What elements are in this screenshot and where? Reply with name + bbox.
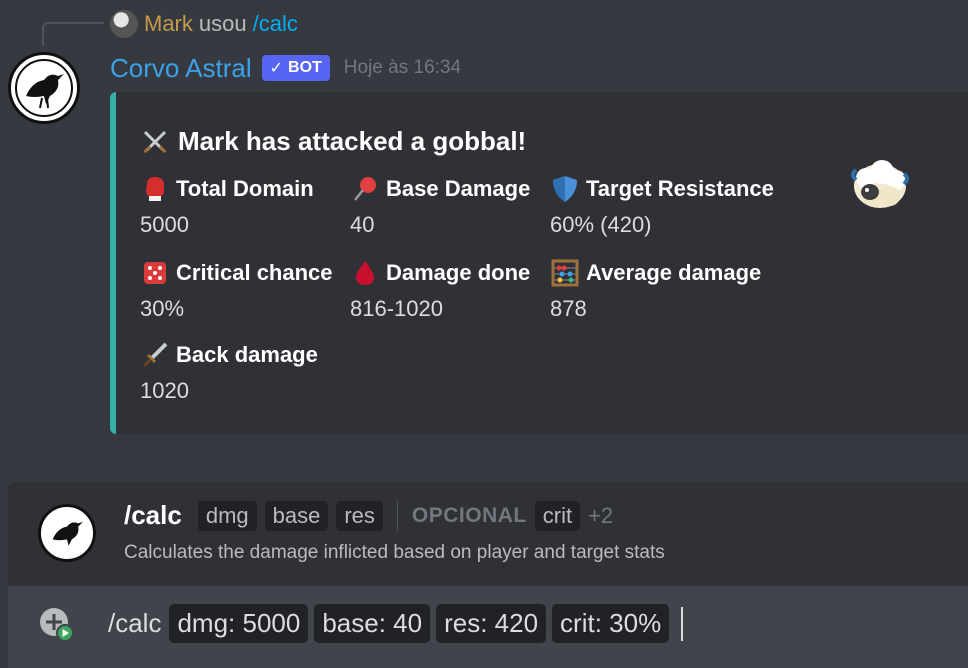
- embed-card: Mark has attacked a gobbal! Total Domain…: [110, 92, 968, 434]
- add-attachment-icon[interactable]: [38, 606, 74, 642]
- field-value: 5000: [140, 212, 189, 237]
- field-name: Back damage: [176, 342, 318, 367]
- text-cursor: [681, 606, 684, 641]
- command-name: /calc: [124, 500, 182, 530]
- drop-of-blood-icon: [356, 261, 374, 285]
- field-damage-done: Damage done 816-1020: [350, 258, 530, 322]
- optional-label: OPCIONAL: [411, 503, 527, 527]
- field-base-damage: Base Damage 40: [350, 174, 530, 238]
- reply-verb: usou: [198, 11, 247, 36]
- dagger-icon: [142, 342, 168, 368]
- boxing-glove-icon: [146, 177, 164, 201]
- command-suggestion[interactable]: /calc dmg base res OPCIONAL crit +2 Calc…: [8, 482, 968, 586]
- option-chip[interactable]: base: 40: [314, 604, 431, 643]
- crossed-swords-icon: [143, 130, 167, 153]
- field-value: 60% (420): [550, 212, 652, 237]
- field-name: Critical chance: [176, 260, 333, 285]
- bot-tag: ✓ BOT: [261, 55, 330, 81]
- command-description: Calculates the damage inflicted based on…: [124, 542, 665, 563]
- option-chip[interactable]: res: 420: [436, 604, 547, 643]
- field-value: 1020: [140, 378, 189, 403]
- command-signature: /calc dmg base res OPCIONAL crit +2: [124, 500, 613, 531]
- field-value: 816-1020: [350, 296, 443, 321]
- field-value: 40: [350, 212, 375, 237]
- bot-username[interactable]: Corvo Astral: [110, 53, 252, 84]
- reply-command[interactable]: /calc: [253, 11, 298, 37]
- pushpin-icon: [354, 177, 376, 201]
- field-critical-chance: Critical chance 30%: [140, 258, 333, 322]
- gobbal-thumbnail[interactable]: [848, 152, 912, 216]
- reply-username[interactable]: Mark: [144, 11, 193, 37]
- message-input-bar[interactable]: /calc dmg: 5000 base: 40 res: 420 crit: …: [8, 586, 968, 668]
- command-option[interactable]: base: [264, 500, 329, 531]
- field-name: Total Domain: [176, 176, 314, 201]
- option-chip[interactable]: crit: 30%: [552, 604, 670, 643]
- message-header: Corvo Astral ✓ BOT Hoje às 16:34: [110, 52, 461, 84]
- field-name: Average damage: [586, 260, 762, 285]
- abacus-icon: [551, 259, 579, 287]
- field-target-resistance: Target Resistance 60% (420): [550, 174, 774, 238]
- raven-icon: [52, 521, 83, 546]
- check-icon: ✓: [269, 60, 284, 77]
- message-timestamp[interactable]: Hoje às 16:34: [344, 57, 461, 79]
- field-average-damage: Average damage 878: [550, 258, 761, 322]
- command-option[interactable]: crit: [534, 500, 581, 531]
- command-bot-avatar: [38, 504, 96, 562]
- field-value: 878: [550, 296, 587, 321]
- field-name: Damage done: [386, 260, 531, 285]
- reply-avatar[interactable]: [110, 10, 138, 38]
- bot-tag-label: BOT: [288, 59, 322, 76]
- field-name: Target Resistance: [586, 176, 774, 201]
- option-divider: [396, 500, 398, 531]
- raven-icon: [15, 59, 73, 117]
- reply-reference[interactable]: Mark usou /calc: [110, 10, 298, 38]
- bot-avatar[interactable]: [8, 52, 80, 124]
- field-back-damage: Back damage 1020: [140, 340, 318, 404]
- field-total-domain: Total Domain 5000: [140, 174, 314, 238]
- more-options-count: +2: [588, 502, 614, 528]
- command-option[interactable]: res: [336, 500, 383, 531]
- command-option[interactable]: dmg: [197, 500, 257, 531]
- option-chip[interactable]: dmg: 5000: [169, 604, 309, 643]
- embed-title: Mark has attacked a gobbal!: [140, 126, 526, 157]
- reply-connector: [42, 22, 104, 46]
- input-command: /calc: [108, 608, 162, 638]
- message-input[interactable]: /calc dmg: 5000 base: 40 res: 420 crit: …: [108, 604, 684, 643]
- field-name: Base Damage: [386, 176, 531, 201]
- dice-icon: [144, 262, 166, 284]
- embed-title-text: Mark has attacked a gobbal!: [178, 126, 527, 156]
- field-value: 30%: [140, 296, 185, 321]
- shield-icon: [553, 176, 577, 202]
